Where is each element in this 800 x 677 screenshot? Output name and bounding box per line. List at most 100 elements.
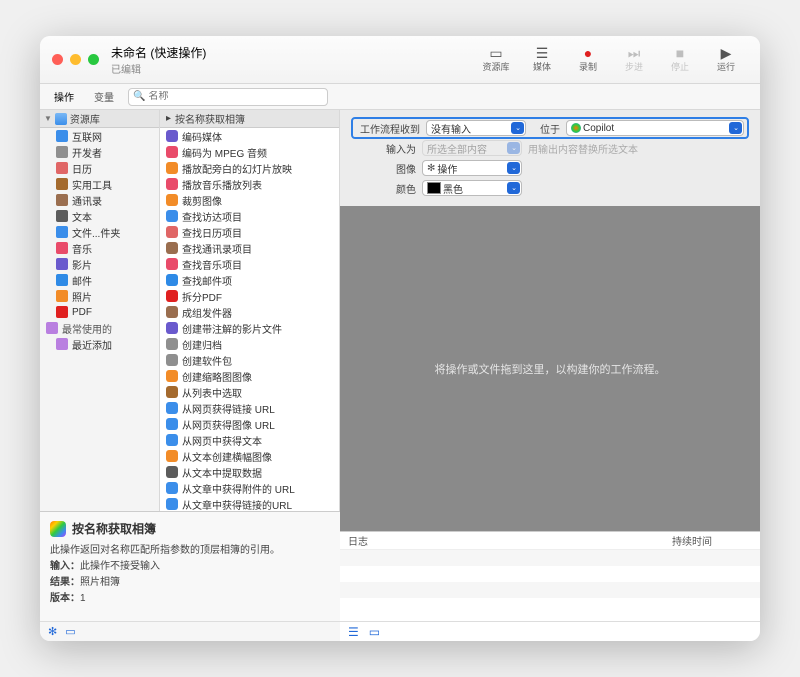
action-item[interactable]: 编码媒体 — [160, 128, 339, 144]
action-icon — [166, 402, 178, 414]
photos-icon — [50, 521, 66, 537]
select-image[interactable]: ✻操作⌄ — [422, 160, 522, 176]
label-image: 图像 — [352, 161, 416, 176]
run-icon: ▶ — [717, 46, 735, 60]
action-item[interactable]: 创建缩略图图像 — [160, 368, 339, 384]
sidebar-item[interactable]: 互联网 — [40, 128, 159, 144]
action-item[interactable]: 查找音乐项目 — [160, 256, 339, 272]
action-icon — [166, 130, 178, 142]
copilot-icon — [571, 123, 581, 133]
action-item[interactable]: 从文章中获得链接的URL — [160, 496, 339, 511]
sidebar-item[interactable]: 开发者 — [40, 144, 159, 160]
sidebar-item[interactable]: 音乐 — [40, 240, 159, 256]
sidebar-item[interactable]: 最近添加 — [40, 336, 159, 352]
sidebar-item[interactable]: 影片 — [40, 256, 159, 272]
category-icon — [56, 210, 68, 222]
action-item[interactable]: 查找邮件项 — [160, 272, 339, 288]
sidebar-list: 互联网开发者日历实用工具通讯录文本文件...件夹音乐影片邮件照片PDF最常使用的… — [40, 128, 159, 511]
search-field[interactable]: 🔍 — [128, 88, 328, 106]
select-color[interactable]: 黑色⌄ — [422, 180, 522, 196]
sidebar-item[interactable]: 照片 — [40, 288, 159, 304]
category-icon — [56, 162, 68, 174]
action-item[interactable]: 编码为 MPEG 音频 — [160, 144, 339, 160]
action-item[interactable]: 创建带注解的影片文件 — [160, 320, 339, 336]
label-receives: 工作流程收到 — [356, 121, 420, 136]
tab-variables[interactable]: 变量 — [88, 87, 120, 106]
select-in[interactable]: Copilot⌄ — [566, 120, 744, 136]
step-button[interactable]: ⏭步进 — [612, 46, 656, 73]
log-col-duration: 持续时间 — [672, 533, 752, 548]
workflow-properties: 工作流程收到 没有输入⌄ 位于 Copilot⌄ 输入为 所选全部内容⌄ 用输出… — [340, 110, 760, 206]
media-icon: ☰ — [533, 46, 551, 60]
action-item[interactable]: 创建归档 — [160, 336, 339, 352]
panel-toggle-icon[interactable]: ▭ — [65, 625, 75, 638]
stop-icon: ■ — [671, 46, 689, 60]
sidebar-header[interactable]: ▼ 资源库 — [40, 110, 159, 128]
actions-header: ▸ 按名称获取相簿 — [160, 110, 339, 128]
info-title: 按名称获取相簿 — [72, 520, 156, 537]
action-item[interactable]: 从文章中获得附件的 URL — [160, 480, 339, 496]
select-receives[interactable]: 没有输入⌄ — [426, 120, 526, 136]
category-icon — [56, 130, 68, 142]
sidebar-item[interactable]: 文件...件夹 — [40, 224, 159, 240]
list-view-icon[interactable]: ☰ — [348, 625, 359, 639]
action-icon — [166, 274, 178, 286]
close-icon[interactable] — [52, 54, 63, 65]
action-item[interactable]: 裁剪图像 — [160, 192, 339, 208]
action-item[interactable]: 成组发件器 — [160, 304, 339, 320]
action-icon — [166, 434, 178, 446]
tab-actions[interactable]: 操作 — [48, 87, 80, 106]
workflow-canvas[interactable]: 将操作或文件拖到这里，以构建你的工作流程。 — [340, 206, 760, 531]
library-icon: ▭ — [487, 46, 505, 60]
action-icon — [166, 306, 178, 318]
action-item[interactable]: 查找访达项目 — [160, 208, 339, 224]
folder-icon — [46, 322, 58, 334]
window-title: 未命名 (快速操作) — [111, 44, 206, 61]
minimize-icon[interactable] — [70, 54, 81, 65]
action-icon — [166, 338, 178, 350]
record-button[interactable]: ●录制 — [566, 46, 610, 73]
gear-icon[interactable]: ✻ — [48, 625, 57, 638]
action-item[interactable]: 从网页中获得文本 — [160, 432, 339, 448]
action-item[interactable]: 从文本创建横幅图像 — [160, 448, 339, 464]
action-item[interactable]: 从文本中提取数据 — [160, 464, 339, 480]
titlebar: 未命名 (快速操作) 已编辑 ▭资源库 ☰媒体 ●录制 ⏭步进 ■停止 ▶运行 — [40, 36, 760, 84]
sidebar-item[interactable]: 实用工具 — [40, 176, 159, 192]
action-item[interactable]: 查找通讯录项目 — [160, 240, 339, 256]
sidebar-group[interactable]: 最常使用的 — [40, 320, 159, 336]
run-button[interactable]: ▶运行 — [704, 46, 748, 73]
action-item[interactable]: 从网页获得图像 URL — [160, 416, 339, 432]
card-view-icon[interactable]: ▭ — [369, 625, 380, 639]
action-icon — [166, 466, 178, 478]
action-item[interactable]: 查找日历项目 — [160, 224, 339, 240]
action-icon — [166, 242, 178, 254]
zoom-icon[interactable] — [88, 54, 99, 65]
action-item[interactable]: 从网页获得链接 URL — [160, 400, 339, 416]
sidebar-item[interactable]: PDF — [40, 304, 159, 320]
label-in: 位于 — [532, 121, 560, 136]
library-icon — [55, 113, 67, 125]
action-icon — [166, 370, 178, 382]
app-window: 未命名 (快速操作) 已编辑 ▭资源库 ☰媒体 ●录制 ⏭步进 ■停止 ▶运行 … — [40, 36, 760, 641]
action-item[interactable]: 播放配旁白的幻灯片放映 — [160, 160, 339, 176]
actions-list: 编码媒体编码为 MPEG 音频播放配旁白的幻灯片放映播放音乐播放列表裁剪图像查找… — [160, 128, 339, 511]
bottom-strip: ✻ ▭ — [40, 621, 340, 641]
action-item[interactable]: 创建软件包 — [160, 352, 339, 368]
media-button[interactable]: ☰媒体 — [520, 46, 564, 73]
library-button[interactable]: ▭资源库 — [474, 46, 518, 73]
action-icon — [166, 146, 178, 158]
action-icon — [166, 418, 178, 430]
action-item[interactable]: 播放音乐播放列表 — [160, 176, 339, 192]
action-item[interactable]: 拆分PDF — [160, 288, 339, 304]
sidebar-item[interactable]: 邮件 — [40, 272, 159, 288]
actions-column: ▸ 按名称获取相簿 编码媒体编码为 MPEG 音频播放配旁白的幻灯片放映播放音乐… — [160, 110, 340, 511]
sidebar-item[interactable]: 通讯录 — [40, 192, 159, 208]
log-panel: 日志 持续时间 ☰ ▭ — [340, 531, 760, 641]
sidebar-item[interactable]: 日历 — [40, 160, 159, 176]
action-item[interactable]: 从列表中选取 — [160, 384, 339, 400]
action-icon — [166, 162, 178, 174]
info-panel: 按名称获取相簿 此操作返回对名称匹配所指参数的顶层相簿的引用。 输入：此操作不接… — [40, 511, 340, 621]
search-input[interactable] — [148, 91, 323, 102]
stop-button[interactable]: ■停止 — [658, 46, 702, 73]
sidebar-item[interactable]: 文本 — [40, 208, 159, 224]
